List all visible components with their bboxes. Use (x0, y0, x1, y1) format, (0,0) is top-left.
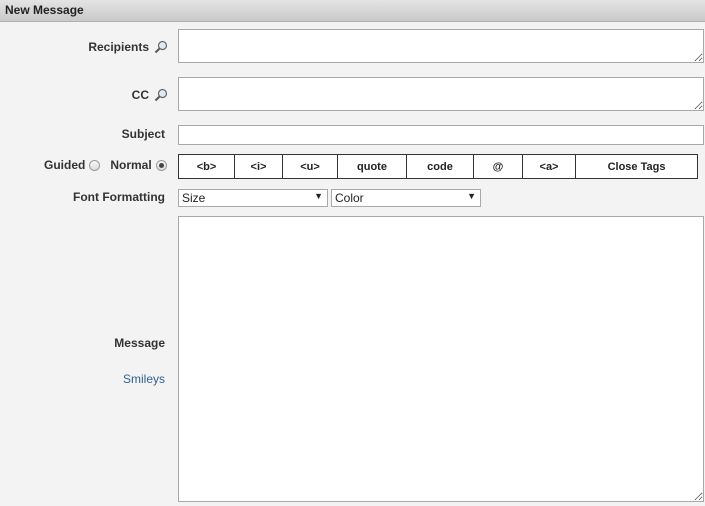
dropdown-arrow-icon: ▼ (467, 191, 476, 201)
page-title: New Message (5, 3, 84, 17)
search-icon[interactable] (154, 40, 168, 54)
guided-label: Guided (44, 158, 86, 172)
color-select-value: Color (335, 191, 364, 205)
color-select[interactable]: Color ▼ (331, 189, 481, 207)
recipients-label: Recipients (88, 40, 149, 54)
message-label: Message (114, 336, 165, 350)
underline-tag-button[interactable]: <u> (283, 155, 338, 178)
cc-field[interactable] (178, 77, 704, 111)
smileys-link[interactable]: Smileys (123, 372, 165, 386)
cc-label-group: CC (132, 88, 168, 102)
size-select-value: Size (182, 191, 206, 205)
subject-label: Subject (121, 127, 165, 141)
subject-input[interactable] (178, 125, 704, 145)
cc-label: CC (131, 88, 149, 102)
close-tags-button[interactable]: Close Tags (576, 155, 697, 178)
quote-tag-button[interactable]: quote (338, 155, 407, 178)
code-tag-button[interactable]: code (407, 155, 474, 178)
bold-tag-button[interactable]: <b> (179, 155, 235, 178)
dropdown-arrow-icon: ▼ (314, 191, 323, 201)
editor-mode-group: Guided Normal (44, 158, 177, 172)
window-header: New Message (0, 0, 705, 22)
recipients-label-group: Recipients (88, 40, 168, 54)
size-select[interactable]: Size ▼ (178, 189, 328, 207)
message-textarea[interactable] (178, 216, 704, 502)
font-formatting-label: Font Formatting (73, 190, 165, 204)
link-tag-button[interactable]: <a> (523, 155, 576, 178)
normal-radio[interactable] (155, 159, 167, 171)
italic-tag-button[interactable]: <i> (235, 155, 283, 178)
normal-label: Normal (110, 158, 152, 172)
search-icon[interactable] (154, 88, 168, 102)
guided-radio[interactable] (89, 159, 101, 171)
recipients-field[interactable] (178, 29, 704, 63)
mention-tag-button[interactable]: @ (474, 155, 523, 178)
formatting-toolbar: <b> <i> <u> quote code @ <a> Close Tags (178, 154, 698, 179)
